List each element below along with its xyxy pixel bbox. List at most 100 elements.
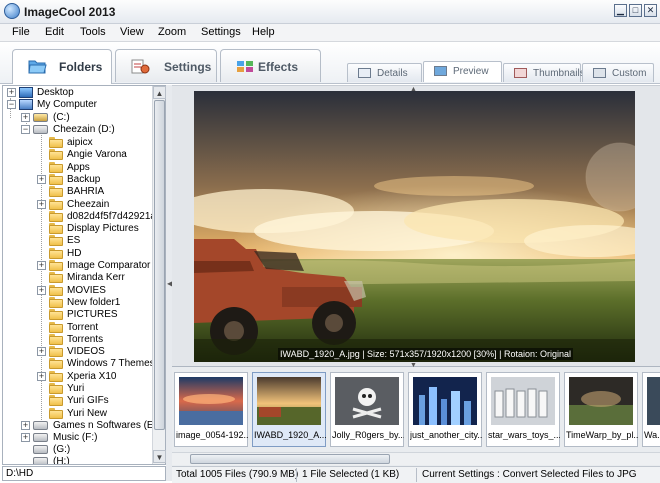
menu-tools[interactable]: Tools bbox=[80, 26, 106, 38]
folder-icon bbox=[49, 210, 63, 222]
thumbnail-image bbox=[569, 377, 633, 425]
main-toolbar: Folders Settings Effects Details Preview… bbox=[0, 42, 660, 84]
tree-label: Yuri New bbox=[67, 407, 108, 419]
title-bar: ImageCool 2013 ▁ □ ✕ bbox=[0, 0, 660, 24]
menu-file[interactable]: File bbox=[12, 26, 30, 38]
menu-zoom[interactable]: Zoom bbox=[158, 26, 186, 38]
folder-icon bbox=[49, 260, 63, 271]
tree-scrollbar[interactable]: ▲ ▼ bbox=[152, 86, 166, 464]
expand-icon[interactable]: + bbox=[37, 174, 46, 184]
expand-icon[interactable]: + bbox=[21, 421, 30, 430]
menu-edit[interactable]: Edit bbox=[45, 26, 64, 38]
folder-icon bbox=[49, 272, 63, 284]
path-field[interactable]: D:\HD bbox=[2, 466, 166, 481]
tree-label: ES bbox=[67, 235, 81, 247]
tab-folders-label: Folders bbox=[59, 60, 103, 74]
tree-label: BAHRIA bbox=[67, 186, 105, 198]
tree-label: Desktop bbox=[37, 87, 74, 98]
thumbnail-item[interactable]: TimeWarp_by_pl... bbox=[564, 372, 638, 447]
expand-icon[interactable]: + bbox=[37, 285, 46, 295]
expand-icon[interactable]: + bbox=[21, 433, 30, 442]
desktop-icon bbox=[19, 87, 33, 98]
thumbnail-item-selected[interactable]: IWABD_1920_A... bbox=[252, 372, 326, 447]
thumbnail-scrollbar[interactable] bbox=[172, 452, 660, 465]
folder-icon bbox=[49, 296, 63, 308]
expand-icon[interactable]: + bbox=[7, 88, 16, 97]
tree-label: New folder1 bbox=[67, 296, 121, 308]
collapse-icon[interactable]: − bbox=[21, 125, 30, 134]
tree-label: Angie Varona bbox=[67, 149, 127, 161]
tree-label: aipicx bbox=[67, 137, 93, 148]
tab-details[interactable]: Details bbox=[347, 63, 422, 82]
tree-label: VIDEOS bbox=[67, 346, 105, 358]
tree-label: Cheezain (D:) bbox=[53, 124, 115, 135]
removable-drive-icon bbox=[33, 445, 48, 454]
menu-settings[interactable]: Settings bbox=[201, 26, 241, 38]
folder-icon bbox=[49, 149, 63, 161]
folder-icon bbox=[49, 235, 63, 247]
thumbnail-item[interactable]: Wa... bbox=[642, 372, 660, 447]
folder-icon bbox=[49, 321, 63, 333]
tree-label: Image Comparator bbox=[67, 260, 151, 271]
collapse-icon[interactable]: − bbox=[7, 100, 16, 109]
tree-label: (H:) bbox=[53, 456, 70, 465]
thumbnail-item[interactable]: star_wars_toys_... bbox=[486, 372, 560, 447]
tree-label: MOVIES bbox=[67, 284, 106, 296]
preview-image bbox=[194, 91, 635, 362]
tab-folders[interactable]: Folders bbox=[12, 49, 112, 84]
thumbnail-image bbox=[335, 377, 399, 425]
tab-settings[interactable]: Settings bbox=[115, 49, 217, 82]
expand-icon[interactable]: + bbox=[37, 261, 46, 270]
removable-drive-icon bbox=[33, 457, 48, 464]
folder-icon bbox=[49, 284, 63, 296]
tab-effects[interactable]: Effects bbox=[220, 49, 321, 82]
image-info-caption: IWABD_1920_A.jpg | Size: 571x357/1920x12… bbox=[278, 348, 574, 360]
scroll-up-arrow-icon[interactable]: ▲ bbox=[153, 86, 166, 99]
status-selected: 1 File Selected (1 KB) bbox=[302, 469, 400, 480]
maximize-button[interactable]: □ bbox=[629, 4, 642, 17]
tree-label: Cheezain bbox=[67, 198, 110, 210]
tree-label: Windows 7 Themes bbox=[67, 358, 155, 370]
tab-thumbnails[interactable]: Thumbnails bbox=[503, 63, 585, 82]
tree-label: Apps bbox=[67, 161, 90, 173]
thumbnail-label: just_another_city... bbox=[410, 430, 482, 440]
tab-preview[interactable]: Preview bbox=[423, 61, 502, 82]
thumbnail-item[interactable]: just_another_city... bbox=[408, 372, 482, 447]
menu-view[interactable]: View bbox=[120, 26, 144, 38]
close-button[interactable]: ✕ bbox=[644, 4, 657, 17]
expand-down-arrow-icon[interactable]: ▼ bbox=[410, 362, 417, 369]
tree-label: Xperia X10 bbox=[67, 370, 117, 382]
expand-icon[interactable]: + bbox=[37, 199, 46, 209]
window-title: ImageCool 2013 bbox=[24, 5, 116, 19]
status-total-files: Total 1005 Files (790.9 MB) bbox=[176, 469, 299, 480]
scroll-thumb[interactable] bbox=[190, 454, 390, 464]
tree-label: (G:) bbox=[53, 444, 71, 455]
scroll-down-arrow-icon[interactable]: ▼ bbox=[153, 450, 166, 463]
menu-bar: File Edit Tools View Zoom Settings Help bbox=[0, 24, 660, 42]
expand-icon[interactable]: + bbox=[21, 113, 30, 122]
details-icon bbox=[358, 68, 371, 78]
thumbnail-label: Jolly_R0gers_by... bbox=[332, 430, 404, 440]
menu-help[interactable]: Help bbox=[252, 26, 275, 38]
tab-custom[interactable]: Custom bbox=[582, 63, 654, 82]
drive-icon bbox=[33, 113, 48, 122]
expand-icon[interactable]: + bbox=[37, 347, 46, 357]
thumbnail-label: Wa... bbox=[644, 430, 660, 440]
tree-label: Yuri GIFs bbox=[67, 395, 109, 407]
tree-label: Music (F:) bbox=[53, 432, 98, 443]
settings-icon bbox=[131, 59, 150, 74]
thumbnail-item[interactable]: image_0054-192... bbox=[174, 372, 248, 447]
tab-preview-label: Preview bbox=[453, 66, 489, 77]
thumbnail-item[interactable]: Jolly_R0gers_by... bbox=[330, 372, 404, 447]
tree-label: HD bbox=[67, 247, 82, 259]
folder-icon bbox=[49, 395, 63, 407]
minimize-button[interactable]: ▁ bbox=[614, 4, 627, 17]
folder-tree[interactable]: + Desktop − My Computer + (C:) − Cheezai… bbox=[2, 85, 166, 465]
folder-icon bbox=[49, 198, 63, 210]
tree-label: Yuri bbox=[67, 383, 85, 394]
expand-icon[interactable]: + bbox=[37, 371, 46, 381]
folder-icon bbox=[49, 309, 63, 321]
preview-icon bbox=[434, 66, 447, 76]
app-logo-icon bbox=[4, 3, 20, 19]
scroll-thumb[interactable] bbox=[154, 100, 165, 430]
